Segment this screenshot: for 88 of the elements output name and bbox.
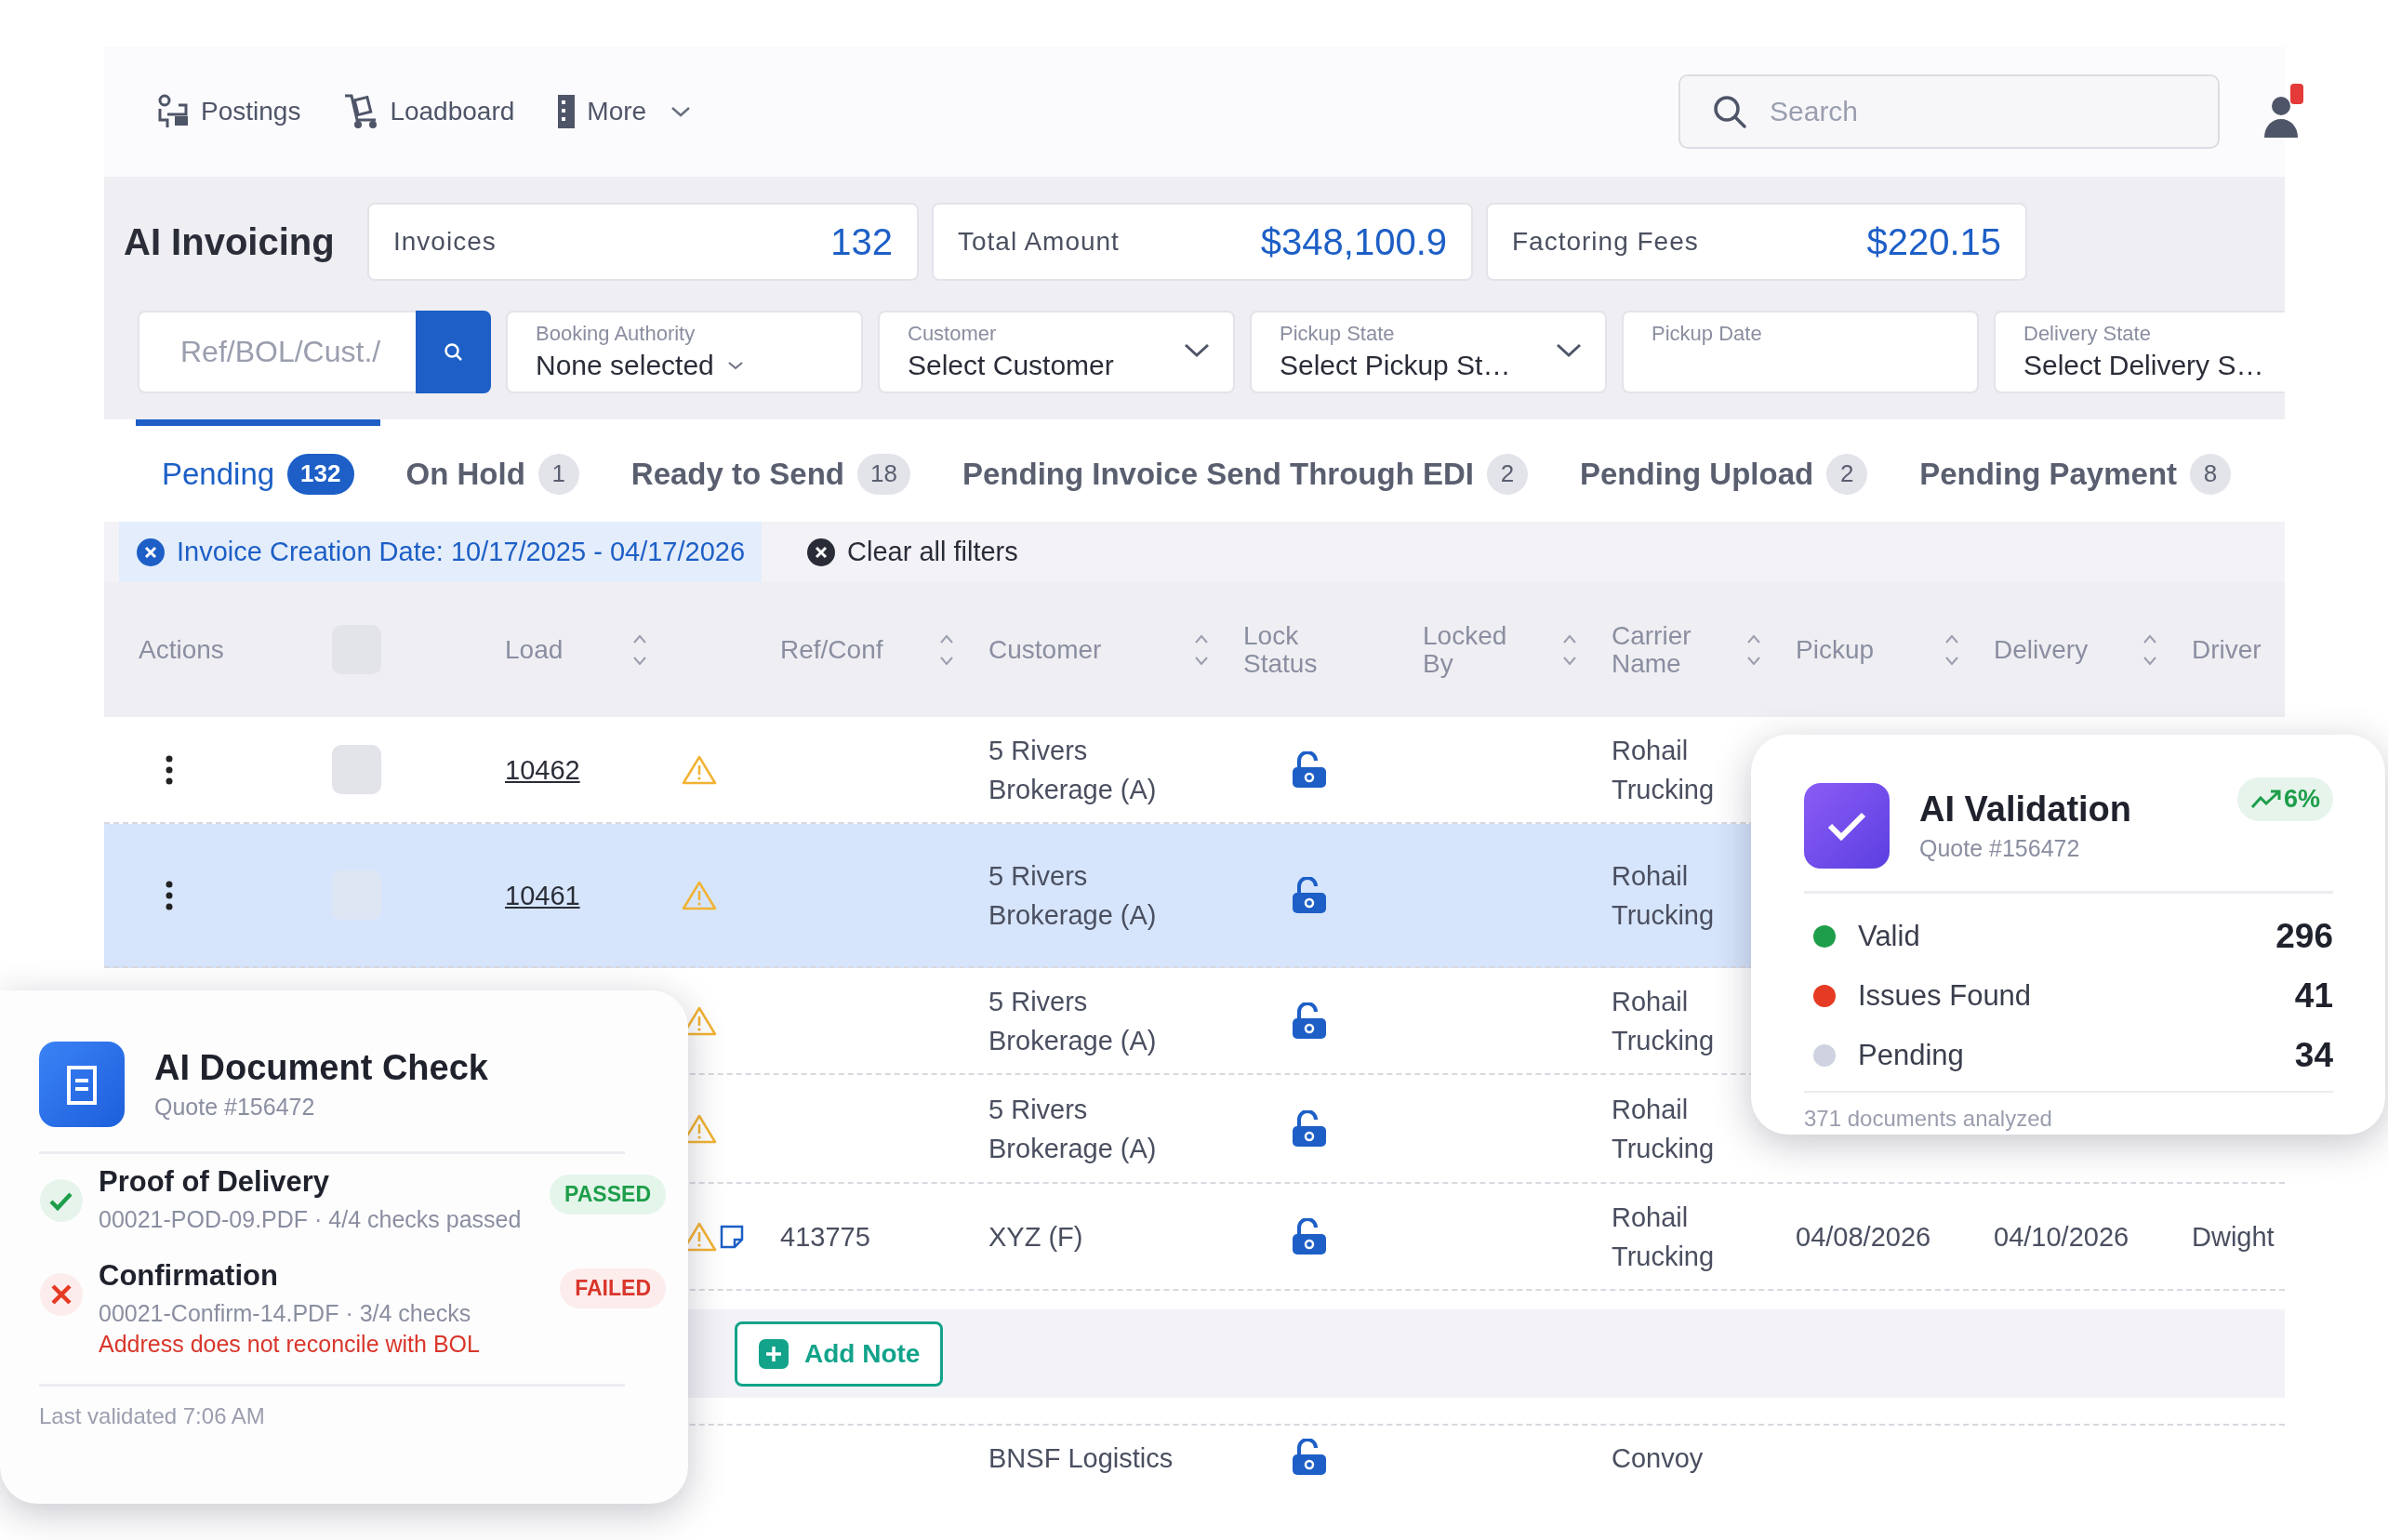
kebab-menu-icon[interactable] xyxy=(165,879,174,911)
trend-badge: 6% xyxy=(2236,777,2333,821)
status-badge: PASSED xyxy=(550,1175,666,1215)
stat-value: $348,100.9 xyxy=(1260,220,1447,263)
customer-name: 5 Rivers Brokerage (A) xyxy=(988,985,1158,1057)
column-header: Driver xyxy=(2192,635,2262,664)
customer-name: XYZ (F) xyxy=(988,1220,1083,1254)
close-icon xyxy=(806,537,837,567)
stat-label: Issues Found xyxy=(1858,979,2032,1013)
tab[interactable]: Pending Upload 2 xyxy=(1554,419,1894,522)
hand-truck-icon xyxy=(343,93,379,130)
chevron-down-icon xyxy=(726,360,744,371)
person-flag-icon xyxy=(156,94,190,129)
column-header: Carrier Name xyxy=(1612,622,1692,677)
column-header: Delivery xyxy=(1994,635,2089,664)
status-badge: FAILED xyxy=(560,1268,666,1308)
customer-name: 5 Rivers Brokerage (A) xyxy=(988,859,1158,932)
search-button[interactable] xyxy=(416,311,491,393)
delivery-date: 04/10/2026 xyxy=(1994,1220,2129,1254)
customer-name: BNSF Logistics xyxy=(988,1442,1174,1475)
column-header: Lock Status xyxy=(1243,622,1318,677)
ref-search-field[interactable]: Ref/BOL/Cust./ xyxy=(138,311,416,393)
cross-icon xyxy=(39,1272,84,1317)
customer-name: 5 Rivers Brokerage (A) xyxy=(988,1093,1158,1165)
column-header: Load xyxy=(505,635,564,664)
carrier-name: Rohail Trucking xyxy=(1612,985,1716,1057)
nav-link[interactable]: Loadboard xyxy=(343,93,515,130)
column-header: Customer xyxy=(988,635,1102,664)
load-link[interactable]: 10461 xyxy=(505,875,580,915)
trend-up-icon xyxy=(2249,788,2282,811)
stat-value: 41 xyxy=(2294,976,2333,1016)
stat-label: Pending xyxy=(1858,1039,1964,1072)
plus-icon xyxy=(758,1337,789,1370)
column-header: Ref/Conf xyxy=(780,635,883,664)
building-icon xyxy=(557,94,577,129)
stat-value: 34 xyxy=(2294,1036,2333,1075)
pickup-date: 04/08/2026 xyxy=(1796,1220,1931,1254)
quote-number: Quote #156472 xyxy=(1919,835,2081,862)
user-avatar-icon[interactable] xyxy=(2262,84,2303,139)
kebab-menu-icon[interactable] xyxy=(165,753,174,786)
check-icon xyxy=(39,1178,84,1223)
document-icon xyxy=(39,1042,125,1127)
tab[interactable]: Ready to Send 18 xyxy=(604,419,936,522)
filter-dropdown[interactable]: Customer Select Customer xyxy=(878,311,1235,393)
filter-dropdown[interactable]: Pickup State Select Pickup St… xyxy=(1250,311,1607,393)
column-header: Actions xyxy=(139,635,224,664)
stat-label: Factoring Fees xyxy=(1512,227,1699,257)
driver-name: Dwight xyxy=(2192,1220,2275,1254)
quote-number: Quote #156472 xyxy=(154,1094,316,1121)
search-field[interactable]: Search xyxy=(1678,74,2220,149)
carrier-name: Rohail Trucking xyxy=(1612,859,1716,932)
checkmark-icon xyxy=(1804,783,1890,869)
filter-chip[interactable]: Invoice Creation Date: 10/17/2025 - 04/17/2026 xyxy=(119,522,763,582)
page-title: AI Invoicing xyxy=(124,220,336,263)
stat-label: Valid xyxy=(1858,920,1920,953)
nav-link[interactable]: Postings xyxy=(156,94,301,129)
stat-value: 132 xyxy=(830,220,893,263)
carrier-name: Rohail Trucking xyxy=(1612,1201,1716,1273)
filter-dropdown[interactable]: Booking Authority None selected xyxy=(506,311,863,393)
chevron-down-icon xyxy=(1555,342,1583,359)
last-validated-text: Last validated 7:06 AM xyxy=(39,1403,266,1429)
search-icon xyxy=(1712,94,1747,129)
chevron-down-icon xyxy=(1183,342,1211,359)
note-icon[interactable] xyxy=(719,1223,745,1250)
ref-text: 413775 xyxy=(780,1220,870,1254)
tab[interactable]: On Hold 1 xyxy=(379,419,605,522)
clear-filters-button[interactable]: Clear all filters xyxy=(801,536,1024,568)
documents-analyzed-text: 371 documents analyzed xyxy=(1804,1106,2053,1132)
carrier-name: Convoy xyxy=(1612,1442,1704,1475)
close-icon xyxy=(136,537,166,567)
carrier-name: Rohail Trucking xyxy=(1612,1093,1716,1165)
stat-label: Total Amount xyxy=(958,227,1120,257)
carrier-name: Rohail Trucking xyxy=(1612,734,1716,806)
load-link[interactable]: 10462 xyxy=(505,750,580,790)
column-header: Locked By xyxy=(1423,622,1507,677)
tab[interactable]: Pending Invoice Send Through EDI 2 xyxy=(935,419,1554,522)
nav-link[interactable]: More xyxy=(557,94,692,129)
stat-label: Invoices xyxy=(393,227,497,257)
checkbox[interactable] xyxy=(332,745,381,794)
stat-value: $220.15 xyxy=(1866,220,2001,263)
chevron-down-icon xyxy=(670,105,692,118)
error-message: Address does not reconcile with BOL xyxy=(99,1331,480,1358)
filter-dropdown[interactable]: Delivery State Select Delivery S… xyxy=(1994,311,2285,393)
document-detail: 00021-Confirm-14.PDF · 3/4 checks xyxy=(99,1300,472,1327)
search-icon xyxy=(443,341,464,363)
customer-name: 5 Rivers Brokerage (A) xyxy=(988,734,1158,806)
tab[interactable]: Pending Payment 8 xyxy=(1893,419,2258,522)
column-header: Pickup xyxy=(1796,635,1875,664)
